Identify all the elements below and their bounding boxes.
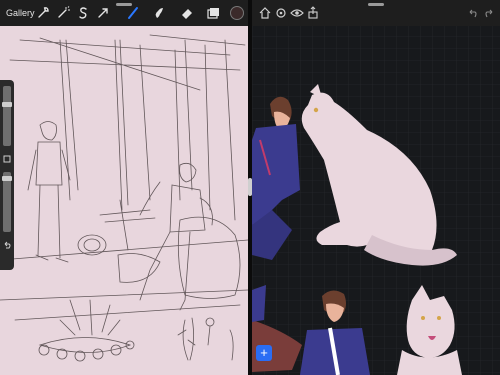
procreate-toolbar-left: Gallery (0, 0, 248, 26)
modify-square-icon[interactable] (2, 154, 12, 164)
reference-canvas-pane[interactable]: + (252, 0, 500, 375)
gallery-button[interactable]: Gallery (6, 4, 35, 22)
brush-sidebar (0, 80, 14, 270)
wrench-icon[interactable] (34, 4, 52, 22)
brush-size-knob[interactable] (2, 102, 12, 107)
opacity-knob[interactable] (2, 176, 12, 181)
color-swatch-icon[interactable] (230, 4, 244, 22)
undo-side-icon[interactable] (2, 240, 12, 250)
share-icon[interactable] (304, 4, 322, 22)
selection-s-icon[interactable] (74, 4, 92, 22)
procreate-toolbar-right (252, 0, 500, 26)
layers-icon[interactable] (204, 4, 222, 22)
smudge-icon[interactable] (150, 4, 168, 22)
opacity-slider[interactable] (3, 172, 11, 232)
magic-wand-icon[interactable] (54, 4, 72, 22)
brush-size-slider[interactable] (3, 86, 11, 146)
transform-arrow-icon[interactable] (94, 4, 112, 22)
eraser-icon[interactable] (178, 4, 196, 22)
reference-canvas[interactable] (252, 0, 500, 375)
toolbar-grip-right[interactable] (368, 3, 384, 6)
sketch-canvas[interactable] (0, 0, 248, 375)
redo-icon[interactable] (480, 4, 498, 22)
sketch-canvas-pane[interactable]: Gallery (0, 0, 248, 375)
plus-icon[interactable]: + (256, 345, 272, 361)
brush-icon[interactable] (124, 4, 142, 22)
